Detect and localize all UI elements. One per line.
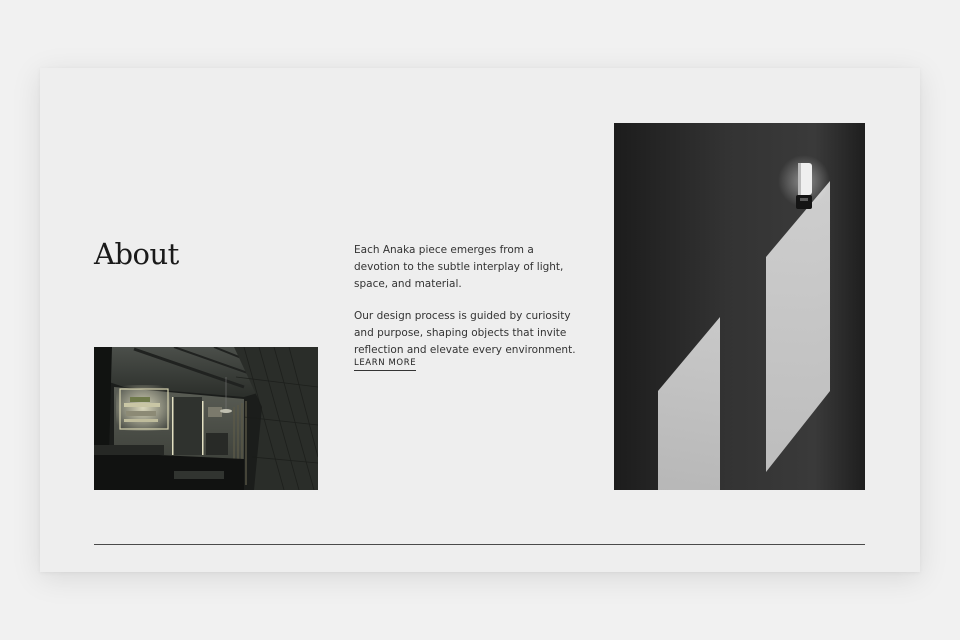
about-copy: Each Anaka piece emerges from a devotion… (354, 242, 582, 374)
learn-more-link[interactable]: LEARN MORE (354, 357, 417, 371)
about-section: About Each Anaka piece emerges from a de… (40, 68, 920, 572)
about-paragraph-2: Our design process is guided by curiosit… (354, 310, 576, 356)
section-divider (94, 544, 865, 545)
section-title: About (94, 237, 179, 271)
about-paragraph-1: Each Anaka piece emerges from a devotion… (354, 244, 564, 290)
wall-photo (614, 123, 865, 490)
interior-photo (94, 347, 318, 490)
